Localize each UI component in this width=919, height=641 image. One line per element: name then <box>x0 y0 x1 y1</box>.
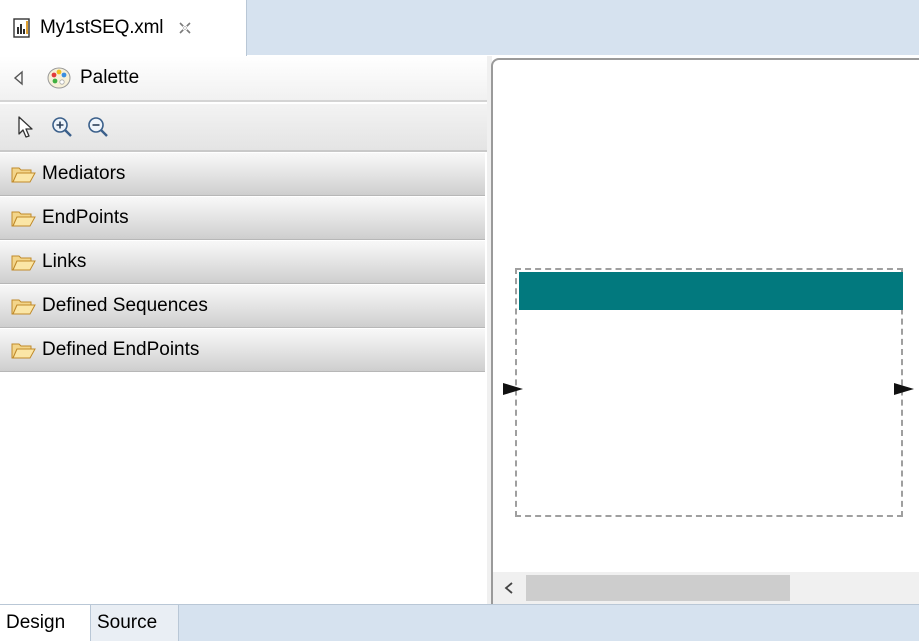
editor-tab-bar: My1stSEQ.xml <box>0 0 919 56</box>
diagram-canvas[interactable] <box>491 58 919 604</box>
tab-design[interactable]: Design <box>0 605 91 641</box>
open-folder-icon <box>10 252 36 272</box>
drawer-label: Defined EndPoints <box>42 339 200 360</box>
sequence-container[interactable] <box>515 268 903 517</box>
drawer-label: Links <box>42 251 87 272</box>
drawer-links[interactable]: Links <box>0 240 485 284</box>
drawer-defined-endpoints[interactable]: Defined EndPoints <box>0 328 485 372</box>
sequence-header-bar[interactable] <box>519 272 903 310</box>
palette-tools <box>0 104 487 152</box>
editor-page-tabs: Design Source <box>0 604 919 641</box>
input-connector-arrow[interactable] <box>503 383 523 395</box>
select-pointer-icon[interactable] <box>12 113 40 141</box>
palette-header: Palette <box>0 56 487 102</box>
palette-icon <box>46 65 72 91</box>
open-folder-icon <box>10 164 36 184</box>
scrollbar-thumb[interactable] <box>526 575 790 601</box>
tab-source[interactable]: Source <box>91 605 179 641</box>
close-icon[interactable] <box>177 20 193 36</box>
output-connector-arrow[interactable] <box>894 383 914 395</box>
open-folder-icon <box>10 208 36 228</box>
zoom-in-icon[interactable] <box>48 113 76 141</box>
drawer-label: Defined Sequences <box>42 295 208 316</box>
drawer-endpoints[interactable]: EndPoints <box>0 196 485 240</box>
zoom-out-icon[interactable] <box>84 113 112 141</box>
drawer-defined-sequences[interactable]: Defined Sequences <box>0 284 485 328</box>
drawer-label: Mediators <box>42 163 126 184</box>
chevron-left-icon[interactable] <box>499 578 519 598</box>
drawer-label: EndPoints <box>42 207 129 228</box>
editor-tab-my1stseq[interactable]: My1stSEQ.xml <box>0 0 247 56</box>
palette-title: Palette <box>80 67 140 88</box>
drawer-mediators[interactable]: Mediators <box>0 152 485 196</box>
open-folder-icon <box>10 296 36 316</box>
horizontal-scrollbar[interactable] <box>493 572 919 604</box>
open-folder-icon <box>10 340 36 360</box>
editor-tab-label: My1stSEQ.xml <box>40 17 164 38</box>
palette-panel: Palette Mediators EndPoints Links Define… <box>0 56 487 604</box>
palette-drawers: Mediators EndPoints Links Defined Sequen… <box>0 152 487 372</box>
xml-file-icon <box>12 18 32 38</box>
collapse-palette-icon[interactable] <box>12 70 26 86</box>
